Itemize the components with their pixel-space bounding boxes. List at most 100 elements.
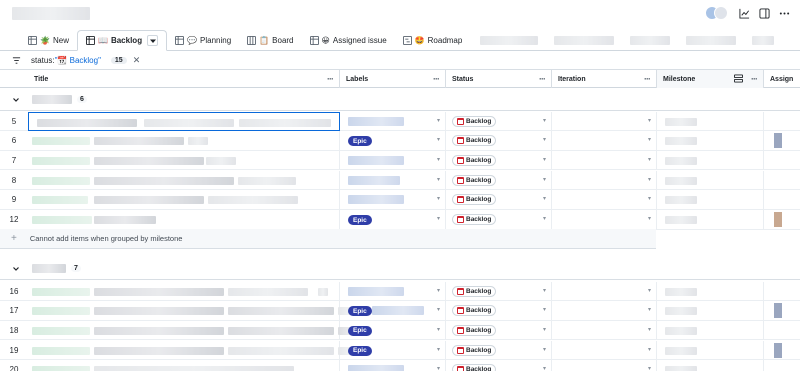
issue-title[interactable] (228, 346, 334, 355)
assignees-cell[interactable] (764, 131, 800, 150)
tab-roadmap[interactable]: 🤩 Roadmap (395, 30, 471, 50)
issue-title[interactable] (94, 196, 204, 205)
avatar[interactable] (714, 6, 728, 20)
labels-cell[interactable]: Epic ▾ (340, 131, 446, 151)
chevron-down-icon[interactable]: ▾ (648, 365, 651, 371)
column-iteration[interactable]: Iteration ··· (552, 70, 657, 88)
assignees-cell[interactable] (764, 151, 800, 170)
tab-redacted[interactable] (752, 35, 775, 45)
issue-title[interactable] (94, 326, 224, 335)
avatar[interactable] (774, 342, 782, 358)
chevron-down-icon[interactable]: ▾ (543, 176, 546, 183)
chevron-down-icon[interactable] (12, 265, 20, 273)
milestone-cell[interactable] (657, 111, 764, 131)
chevron-down-icon[interactable]: ▾ (648, 117, 651, 124)
milestone-cell[interactable] (657, 340, 764, 360)
milestone-cell[interactable] (657, 170, 764, 190)
chevron-down-icon[interactable]: ▾ (543, 346, 546, 353)
iteration-cell[interactable]: ▾ (552, 190, 657, 210)
issue-title[interactable] (94, 287, 224, 296)
filter-bar[interactable]: status:"📆 Backlog" 15 ✕ (0, 51, 800, 70)
issue-title[interactable] (37, 118, 137, 127)
labels-cell[interactable]: Epic ▾ (340, 340, 446, 360)
chevron-down-icon[interactable]: ▾ (543, 136, 546, 143)
issue-title[interactable] (94, 156, 204, 165)
chevron-down-icon[interactable]: ▾ (437, 136, 440, 143)
chevron-down-icon[interactable]: ▾ (437, 156, 440, 163)
title-cell[interactable] (28, 360, 340, 371)
table-row[interactable]: 20 ▾ Backlog ▾ ▾ (0, 360, 800, 371)
iteration-cell[interactable]: ▾ (552, 320, 657, 340)
chevron-down-icon[interactable]: ▾ (543, 365, 546, 371)
issue-title[interactable] (206, 156, 236, 165)
chevron-down-icon[interactable]: ▾ (543, 306, 546, 313)
group-header[interactable]: 6 (0, 89, 800, 111)
labels-cell[interactable]: Epic ▾ (340, 320, 446, 340)
status-cell[interactable]: Backlog ▾ (446, 210, 552, 229)
labels-cell[interactable]: ▾ (340, 190, 446, 210)
status-cell[interactable]: Backlog ▾ (446, 360, 552, 371)
table-row[interactable]: 16 ▾ Backlog ▾ ▾ (0, 281, 800, 302)
column-assignees[interactable]: Assign (764, 70, 800, 88)
labels-cell[interactable]: Epic ▾ (340, 210, 446, 229)
issue-title[interactable] (32, 366, 90, 371)
avatar[interactable] (774, 133, 782, 149)
tab-planning[interactable]: 💬 Planning (167, 30, 239, 50)
column-menu-icon[interactable]: ··· (327, 74, 334, 84)
chevron-down-icon[interactable]: ▾ (648, 346, 651, 353)
iteration-cell[interactable]: ▾ (552, 170, 657, 190)
table-row[interactable]: 7 ▾ Backlog ▾ ▾ (0, 150, 800, 171)
chevron-down-icon[interactable]: ▾ (648, 195, 651, 202)
assignees-cell[interactable] (764, 341, 800, 360)
iteration-cell[interactable]: ▾ (552, 131, 657, 151)
chevron-down-icon[interactable]: ▾ (648, 326, 651, 333)
chevron-down-icon[interactable]: ▾ (648, 306, 651, 313)
table-row[interactable]: 18 Epic ▾ Backlog ▾ ▾ (0, 320, 800, 341)
chevron-down-icon[interactable]: ▾ (648, 287, 651, 294)
title-cell[interactable] (28, 170, 340, 190)
side-panel-button[interactable] (756, 5, 772, 21)
title-cell[interactable] (28, 340, 360, 360)
column-labels[interactable]: Labels ··· (340, 70, 446, 88)
table-row[interactable]: 19 Epic ▾ Backlog ▾ ▾ (0, 340, 800, 361)
tab-redacted[interactable] (480, 35, 539, 45)
iteration-cell[interactable]: ▾ (552, 281, 657, 301)
more-options-button[interactable] (776, 5, 792, 21)
chevron-down-icon[interactable]: ▾ (543, 195, 546, 202)
tab-board[interactable]: 📋 Board (239, 30, 301, 50)
column-milestone[interactable]: Milestone ··· (657, 70, 764, 88)
assignees-cell[interactable] (764, 210, 800, 229)
column-menu-icon[interactable]: ··· (751, 74, 758, 84)
group-header[interactable]: 7 (0, 258, 800, 280)
iteration-cell[interactable]: ▾ (552, 111, 657, 131)
issue-title[interactable] (228, 326, 334, 335)
insights-button[interactable] (736, 5, 752, 21)
tab-redacted[interactable] (554, 35, 615, 45)
milestone-cell[interactable] (657, 190, 764, 210)
issue-title[interactable] (144, 118, 234, 127)
issue-title[interactable] (32, 156, 90, 165)
tab-backlog[interactable]: 📖 Backlog (76, 30, 168, 51)
milestone-cell[interactable] (657, 210, 764, 229)
iteration-cell[interactable]: ▾ (552, 210, 657, 229)
tab-new[interactable]: 🪴 New (20, 30, 77, 50)
title-cell[interactable] (28, 150, 340, 170)
title-cell[interactable] (28, 301, 360, 321)
title-cell[interactable] (28, 190, 340, 210)
table-row[interactable]: 9 ▾ Backlog ▾ ▾ (0, 190, 800, 210)
avatar[interactable] (774, 303, 782, 319)
column-menu-icon[interactable]: ··· (433, 74, 440, 84)
labels-cell[interactable]: Epic ▾ (340, 301, 446, 321)
assignees-cell[interactable] (764, 360, 800, 371)
issue-title[interactable] (32, 307, 90, 316)
issue-title[interactable] (94, 307, 224, 316)
table-row[interactable]: 17 Epic ▾ Backlog ▾ ▾ (0, 301, 800, 321)
milestone-cell[interactable] (657, 150, 764, 170)
milestone-cell[interactable] (657, 281, 764, 301)
collaborator-avatars[interactable] (705, 6, 728, 20)
tab-assigned-issue[interactable]: 😀 Assigned issue (302, 30, 395, 50)
title-cell[interactable] (28, 210, 340, 229)
chevron-down-icon[interactable]: ▾ (648, 156, 651, 163)
clear-filter-icon[interactable]: ✕ (133, 55, 141, 66)
chevron-down-icon[interactable]: ▾ (543, 117, 546, 124)
